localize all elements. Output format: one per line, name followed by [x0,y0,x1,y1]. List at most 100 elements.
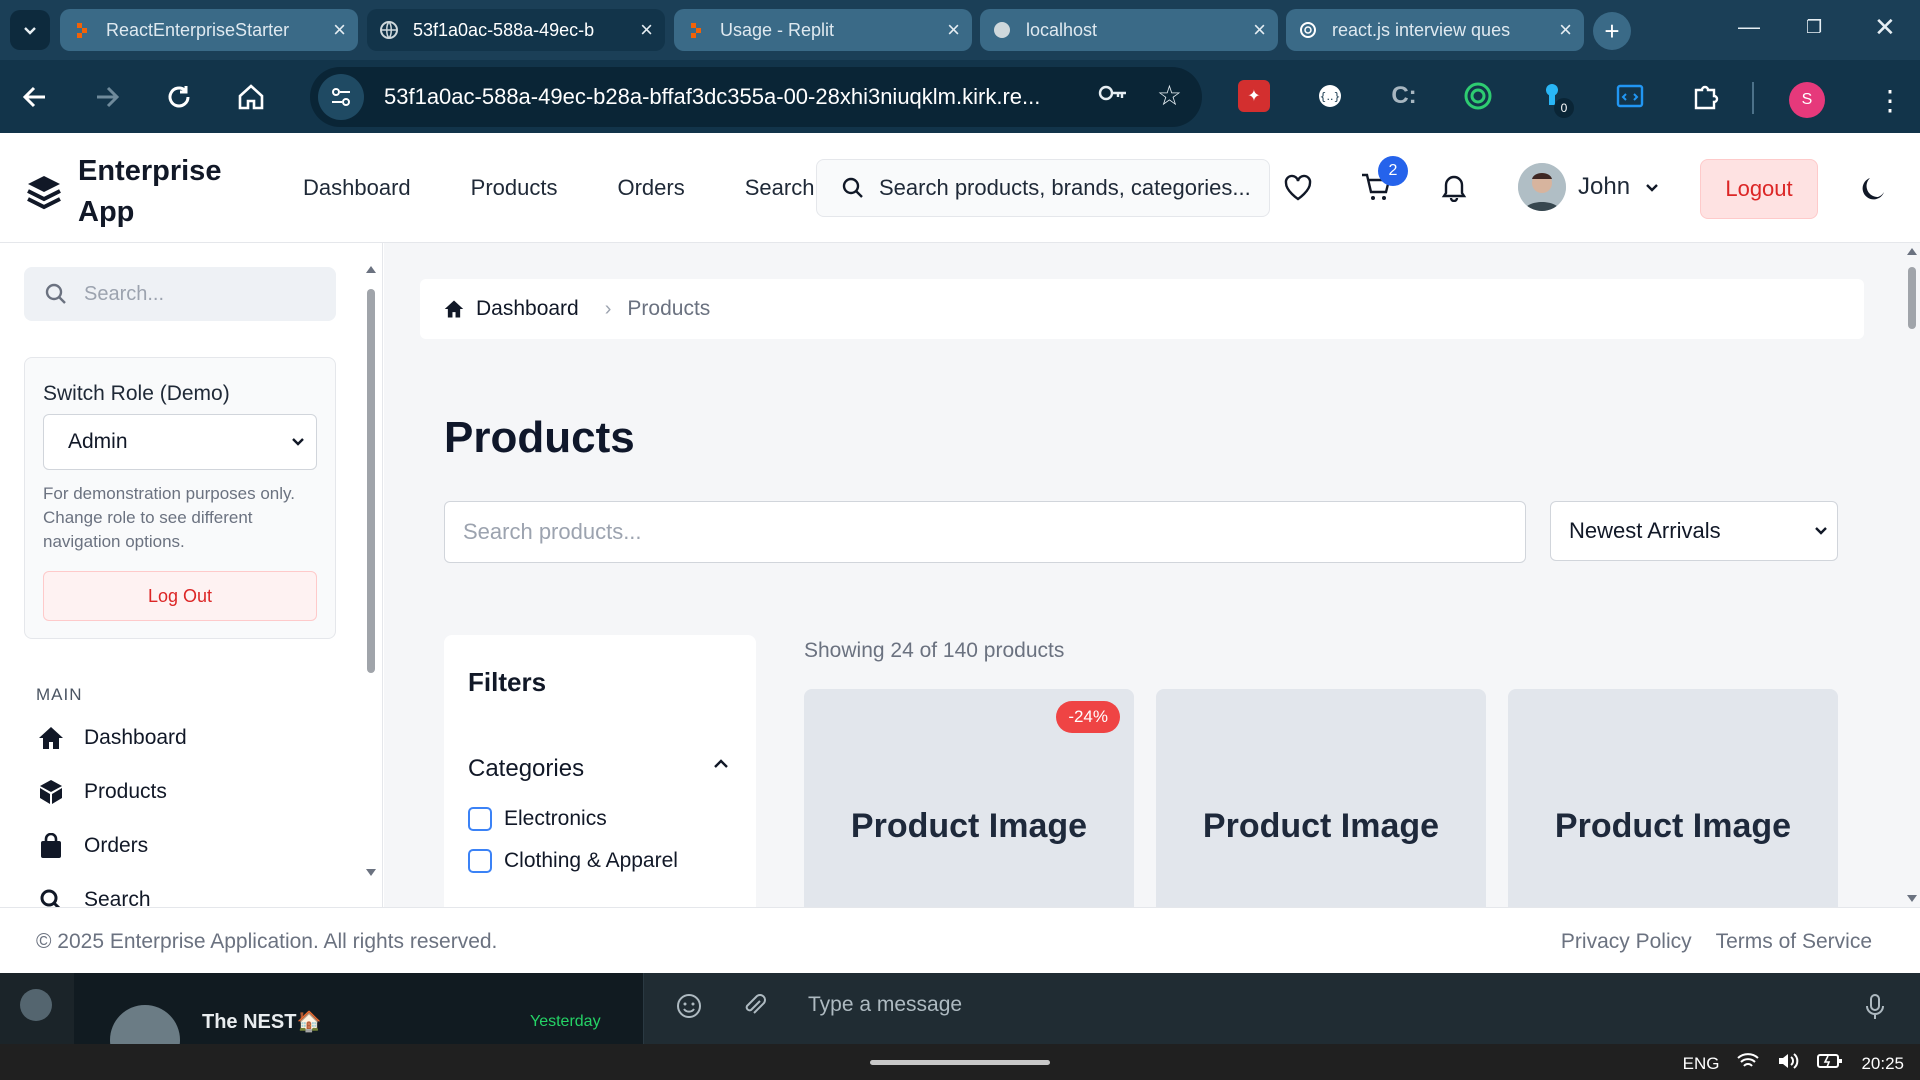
wishlist-button[interactable] [1282,171,1314,203]
extensions-puzzle-icon[interactable] [1690,80,1722,112]
browser-tab[interactable]: ReactEnterpriseStarter × [60,9,358,51]
sidebar-item-orders[interactable]: Orders [38,833,148,859]
wifi-icon[interactable] [1737,1052,1760,1075]
profile-avatar[interactable] [20,989,52,1021]
taskbar: ENG 20:25 [0,1044,1920,1080]
restore-button[interactable]: ❐ [1806,17,1822,38]
sidebar-item-search[interactable]: Search [38,887,151,907]
emoji-icon[interactable] [676,993,702,1026]
sidebar-section-main: MAIN [36,685,83,704]
product-search-input[interactable]: Search products... [444,501,1526,563]
extension-icon[interactable] [1462,80,1494,112]
product-card[interactable]: Product Image [1156,689,1486,907]
sidebar-item-products[interactable]: Products [38,779,167,805]
browser-tab[interactable]: react.js interview ques × [1286,9,1584,51]
logout-button[interactable]: Logout [1700,159,1818,219]
group-avatar [110,1005,180,1044]
tab-search-button[interactable] [10,10,50,50]
attach-icon[interactable] [742,993,768,1026]
chat-list: The NEST🏠 Yesterday [74,973,644,1044]
clock[interactable]: 20:25 [1861,1054,1904,1074]
reload-button[interactable] [160,78,198,116]
browser-tab[interactable]: localhost × [980,9,1278,51]
sidebar-item-dashboard[interactable]: Dashboard [38,725,187,751]
sidebar-logout-button[interactable]: Log Out [43,571,317,621]
terms-link[interactable]: Terms of Service [1716,930,1872,954]
battery-icon[interactable] [1817,1053,1843,1074]
breadcrumb: Dashboard › Products [420,279,1864,339]
checkbox[interactable] [468,807,492,831]
user-name: John [1578,173,1631,200]
copyright: © 2025 Enterprise Application. All right… [36,930,498,953]
sidebar-scrollbar[interactable] [365,265,377,885]
bookmark-star-icon[interactable]: ☆ [1157,79,1182,112]
category-checkbox-clothing[interactable]: Clothing & Apparel [468,849,678,873]
forward-button[interactable] [88,78,126,116]
globe-icon [379,20,399,40]
extension-icon[interactable]: ✦ [1238,80,1270,112]
nav-orders[interactable]: Orders [617,175,684,201]
chevron-up-icon[interactable] [712,755,730,773]
extension-icon[interactable] [1614,80,1646,112]
svg-text:{..}: {..} [1320,90,1341,103]
privacy-policy-link[interactable]: Privacy Policy [1561,930,1692,954]
discount-badge: -24% [1056,701,1120,733]
password-key-icon[interactable] [1098,83,1128,109]
search-icon [45,283,66,304]
main-content: Dashboard › Products Products Search pro… [384,243,1904,907]
home-indicator[interactable] [870,1060,1050,1065]
role-select[interactable]: Admin [43,414,317,470]
close-tab-icon[interactable]: × [1559,17,1572,43]
breadcrumb-dashboard[interactable]: Dashboard [476,297,579,321]
home-button[interactable] [232,78,270,116]
category-checkbox-electronics[interactable]: Electronics [468,807,607,831]
checkbox[interactable] [468,849,492,873]
user-menu[interactable]: John [1518,163,1660,211]
language-indicator[interactable]: ENG [1683,1054,1720,1074]
brand[interactable]: Enterprise App [26,151,228,233]
header-search-input[interactable]: Search products, brands, categories... [816,159,1270,217]
moon-icon[interactable] [1856,173,1888,205]
categories-toggle[interactable]: Categories [468,755,584,783]
close-window-button[interactable]: ✕ [1874,12,1896,43]
home-icon [444,300,464,318]
url-text[interactable]: 53f1a0ac-588a-49ec-b28a-bffaf3dc355a-00-… [384,84,1074,110]
page-title: Products [444,413,635,462]
main-scrollbar[interactable] [1904,243,1920,907]
message-input[interactable]: Type a message [808,993,962,1017]
nav-dashboard[interactable]: Dashboard [303,175,411,201]
close-tab-icon[interactable]: × [1253,17,1266,43]
sidebar-search-input[interactable]: Search... [24,267,336,321]
close-tab-icon[interactable]: × [333,17,346,43]
minimize-button[interactable]: — [1738,14,1760,40]
browser-toolbar: 53f1a0ac-588a-49ec-b28a-bffaf3dc355a-00-… [0,60,1920,133]
product-card[interactable]: Product Image [1508,689,1838,907]
close-tab-icon[interactable]: × [640,17,653,43]
browser-tab-active[interactable]: 53f1a0ac-588a-49ec-b × [367,9,665,51]
mic-icon[interactable] [1864,993,1886,1028]
close-tab-icon[interactable]: × [947,17,960,43]
profile-avatar[interactable]: S [1789,82,1825,118]
more-menu-icon[interactable]: ⋮ [1876,84,1904,117]
extension-icon[interactable]: C: [1388,80,1420,112]
extension-icon[interactable]: {..} [1314,80,1346,112]
site-settings-icon[interactable] [318,74,364,120]
notifications-button[interactable] [1438,171,1470,203]
nav-search[interactable]: Search [745,175,815,201]
nav-products[interactable]: Products [471,175,558,201]
search-icon [842,177,863,198]
browser-tab[interactable]: Usage - Replit × [674,9,972,51]
toolbar-divider [1752,82,1754,114]
layers-logo-icon [27,176,61,210]
back-button[interactable] [16,78,54,116]
header-search-placeholder: Search products, brands, categories... [879,175,1251,200]
sort-select[interactable]: Newest Arrivals [1550,501,1838,561]
address-bar[interactable]: 53f1a0ac-588a-49ec-b28a-bffaf3dc355a-00-… [310,67,1202,127]
chat-group-name[interactable]: The NEST🏠 [202,1009,321,1034]
brand-line-1: Enterprise [78,155,222,187]
system-tray: ENG 20:25 [1665,1052,1904,1075]
product-card[interactable]: -24% Product Image [804,689,1134,907]
volume-icon[interactable] [1777,1052,1799,1075]
sidebar-item-label: Orders [84,834,149,857]
new-tab-button[interactable]: + [1593,12,1631,50]
